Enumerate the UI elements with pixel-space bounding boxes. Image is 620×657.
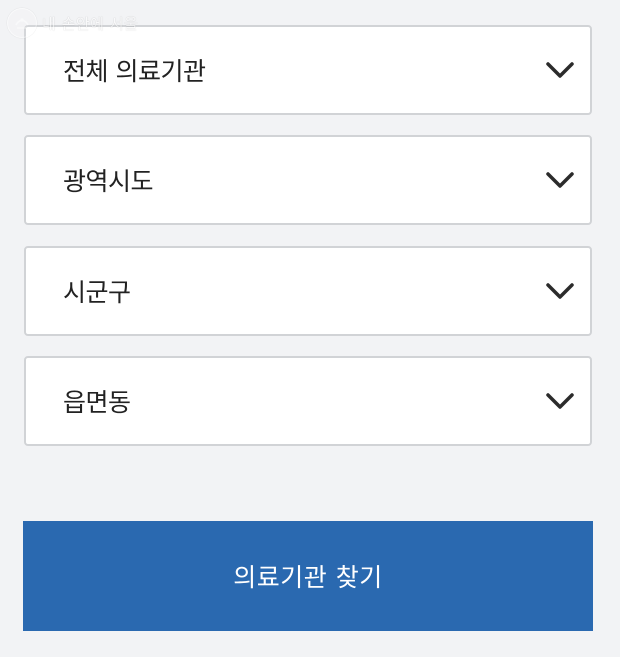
find-institution-button[interactable]: 의료기관 찾기	[23, 521, 593, 631]
chevron-down-icon	[546, 62, 574, 78]
town-select[interactable]: 읍면동	[24, 356, 592, 446]
institution-type-select[interactable]: 전체 의료기관	[24, 25, 592, 115]
chevron-down-icon	[546, 393, 574, 409]
town-value: 읍면동	[63, 388, 131, 417]
chevron-down-icon	[546, 172, 574, 188]
district-select[interactable]: 시군구	[24, 246, 592, 336]
find-institution-label: 의료기관 찾기	[233, 563, 383, 592]
chevron-down-icon	[546, 283, 574, 299]
district-value: 시군구	[63, 278, 131, 307]
institution-type-value: 전체 의료기관	[63, 57, 206, 86]
province-value: 광역시도	[63, 167, 154, 196]
province-select[interactable]: 광역시도	[24, 135, 592, 225]
